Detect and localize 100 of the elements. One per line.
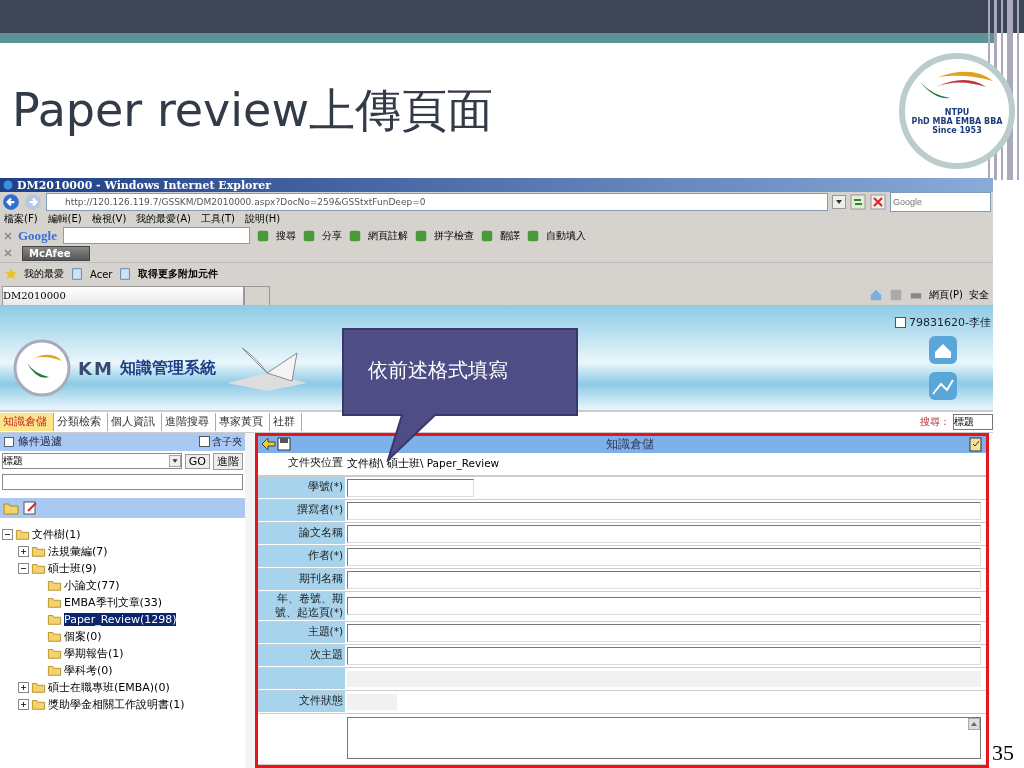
dropdown-icon[interactable]: [168, 455, 181, 468]
search-field[interactable]: Google: [890, 192, 991, 212]
slide-title: Paper review上傳頁面: [12, 81, 494, 139]
toolbar-icon[interactable]: [348, 228, 362, 243]
filter-button[interactable]: GO: [184, 454, 210, 469]
back-arrow-icon[interactable]: [260, 436, 276, 453]
menu-item[interactable]: 工具(T): [201, 212, 235, 227]
text-field[interactable]: [2, 474, 243, 490]
tree-item[interactable]: 小論文(77): [64, 578, 120, 593]
tree-item[interactable]: 碩士班(9): [48, 561, 97, 576]
toolbar-icon[interactable]: [302, 228, 316, 243]
home-icon[interactable]: [927, 334, 959, 366]
folder-icon[interactable]: [47, 612, 62, 627]
filter-icon[interactable]: [3, 436, 15, 448]
menu-item[interactable]: 檔案(F): [4, 212, 38, 227]
browser-icon[interactable]: [2, 179, 14, 191]
tree-item[interactable]: Paper_Review(1298): [64, 613, 177, 626]
tree-item[interactable]: 法規彙編(7): [48, 544, 108, 559]
command-button[interactable]: 網頁(P): [929, 288, 963, 302]
nav-tab[interactable]: 專家黃頁: [216, 413, 270, 431]
folder-icon[interactable]: [47, 595, 62, 610]
expand-icon[interactable]: [18, 682, 29, 693]
field-label: 學號(*): [307, 480, 343, 495]
close-icon[interactable]: [4, 249, 12, 258]
nav-tab[interactable]: 知識倉儲: [0, 413, 54, 431]
back-icon[interactable]: [2, 193, 20, 211]
favorite-link[interactable]: 取得更多附加元件: [138, 267, 219, 282]
favorite-link[interactable]: Acer: [90, 268, 113, 280]
tree-item[interactable]: EMBA季刊文章(33): [64, 595, 163, 610]
nav-tab[interactable]: 進階搜尋: [162, 413, 216, 431]
nav-tab[interactable]: 社群: [270, 413, 302, 431]
toolbar-button[interactable]: 拼字檢查: [434, 228, 474, 243]
collapse-icon[interactable]: [2, 529, 13, 540]
toolbar-icon[interactable]: [526, 228, 540, 243]
toolbar-icon[interactable]: [256, 228, 270, 243]
toolbar-button[interactable]: 分享: [322, 228, 342, 243]
edit-icon[interactable]: [22, 500, 38, 516]
text-field[interactable]: [347, 479, 474, 497]
home-icon[interactable]: [869, 288, 884, 302]
tree-item[interactable]: 學科考(0): [64, 663, 113, 678]
menu-item[interactable]: 說明(H): [244, 212, 281, 227]
checkbox[interactable]: [199, 436, 210, 448]
tree-item[interactable]: 文件樹(1): [32, 527, 81, 542]
save-icon[interactable]: [276, 436, 292, 453]
menu-item[interactable]: 編輯(E): [47, 212, 82, 227]
logo-text: PhD MBA EMBA BBA: [910, 117, 1004, 126]
browser-tab[interactable]: DM2010000: [2, 286, 244, 305]
star-icon[interactable]: [4, 267, 18, 282]
nav-tab[interactable]: 分類檢索: [54, 413, 108, 431]
tree-item[interactable]: 學期報告(1): [64, 646, 124, 661]
search-field[interactable]: [63, 227, 250, 245]
text-field[interactable]: [347, 597, 981, 616]
page-icon[interactable]: [118, 267, 133, 282]
text-area[interactable]: [347, 717, 981, 759]
toolbar-brand: Google: [18, 227, 57, 244]
folder-icon[interactable]: [47, 646, 62, 661]
logo-text: NTPU: [943, 108, 971, 117]
folder-icon[interactable]: [47, 578, 62, 593]
expand-icon[interactable]: [18, 546, 29, 557]
text-field[interactable]: [347, 525, 981, 543]
tree-item[interactable]: 個案(0): [64, 629, 102, 644]
text-field[interactable]: [347, 624, 981, 642]
collapse-icon[interactable]: [18, 563, 29, 574]
clipboard-icon[interactable]: [968, 436, 984, 453]
command-button[interactable]: 安全: [969, 288, 989, 302]
dropdown-icon[interactable]: [832, 195, 846, 209]
toolbar-button[interactable]: McAfee: [22, 245, 90, 261]
nav-tab[interactable]: 個人資訊: [108, 413, 162, 431]
menu-item[interactable]: 我的最愛(A): [136, 212, 191, 227]
field-label: 期刊名稱: [299, 572, 343, 587]
field-label: 文件狀態: [299, 694, 343, 709]
emblem-drawing: [12, 338, 72, 399]
filter-button[interactable]: 進階: [213, 453, 243, 470]
tree-item[interactable]: 獎助學金相關工作說明書(1): [48, 697, 185, 712]
page-icon[interactable]: [70, 267, 84, 282]
expand-icon[interactable]: [18, 699, 29, 710]
address-field[interactable]: http://120.126.119.7/GSSKM/DM2010000.aspx?DocNo=259&GSStxtFunDeep=0: [46, 193, 828, 211]
toolbar-button[interactable]: 網頁註解: [368, 228, 408, 243]
new-tab-button[interactable]: [244, 286, 270, 305]
close-icon[interactable]: [4, 231, 12, 240]
folder-icon[interactable]: [47, 629, 62, 644]
text-field[interactable]: [347, 548, 981, 566]
text-field[interactable]: [347, 647, 981, 665]
toolbar-icon[interactable]: [414, 228, 428, 243]
close-icon[interactable]: [870, 194, 886, 210]
text-field[interactable]: [347, 571, 981, 589]
folder-icon[interactable]: [47, 663, 62, 678]
select-field[interactable]: 標題: [2, 453, 182, 470]
favorites-button[interactable]: 我的最愛: [24, 267, 64, 282]
toolbar-icon[interactable]: [480, 228, 494, 243]
toolbar-button[interactable]: 翻譯: [500, 228, 520, 243]
search-field[interactable]: 標題: [953, 414, 993, 430]
km-logo-text: KM: [78, 358, 114, 379]
tree-item[interactable]: 碩士在職專班(EMBA)(0): [48, 680, 170, 695]
toolbar-button[interactable]: 搜尋: [276, 228, 296, 243]
chart-icon[interactable]: [927, 370, 959, 402]
text-field[interactable]: [347, 502, 981, 520]
toolbar-button[interactable]: 自動填入: [546, 228, 586, 243]
window-title: DM2010000 - Windows Internet Explorer: [17, 178, 272, 192]
menu-item[interactable]: 檢視(V): [91, 212, 127, 227]
